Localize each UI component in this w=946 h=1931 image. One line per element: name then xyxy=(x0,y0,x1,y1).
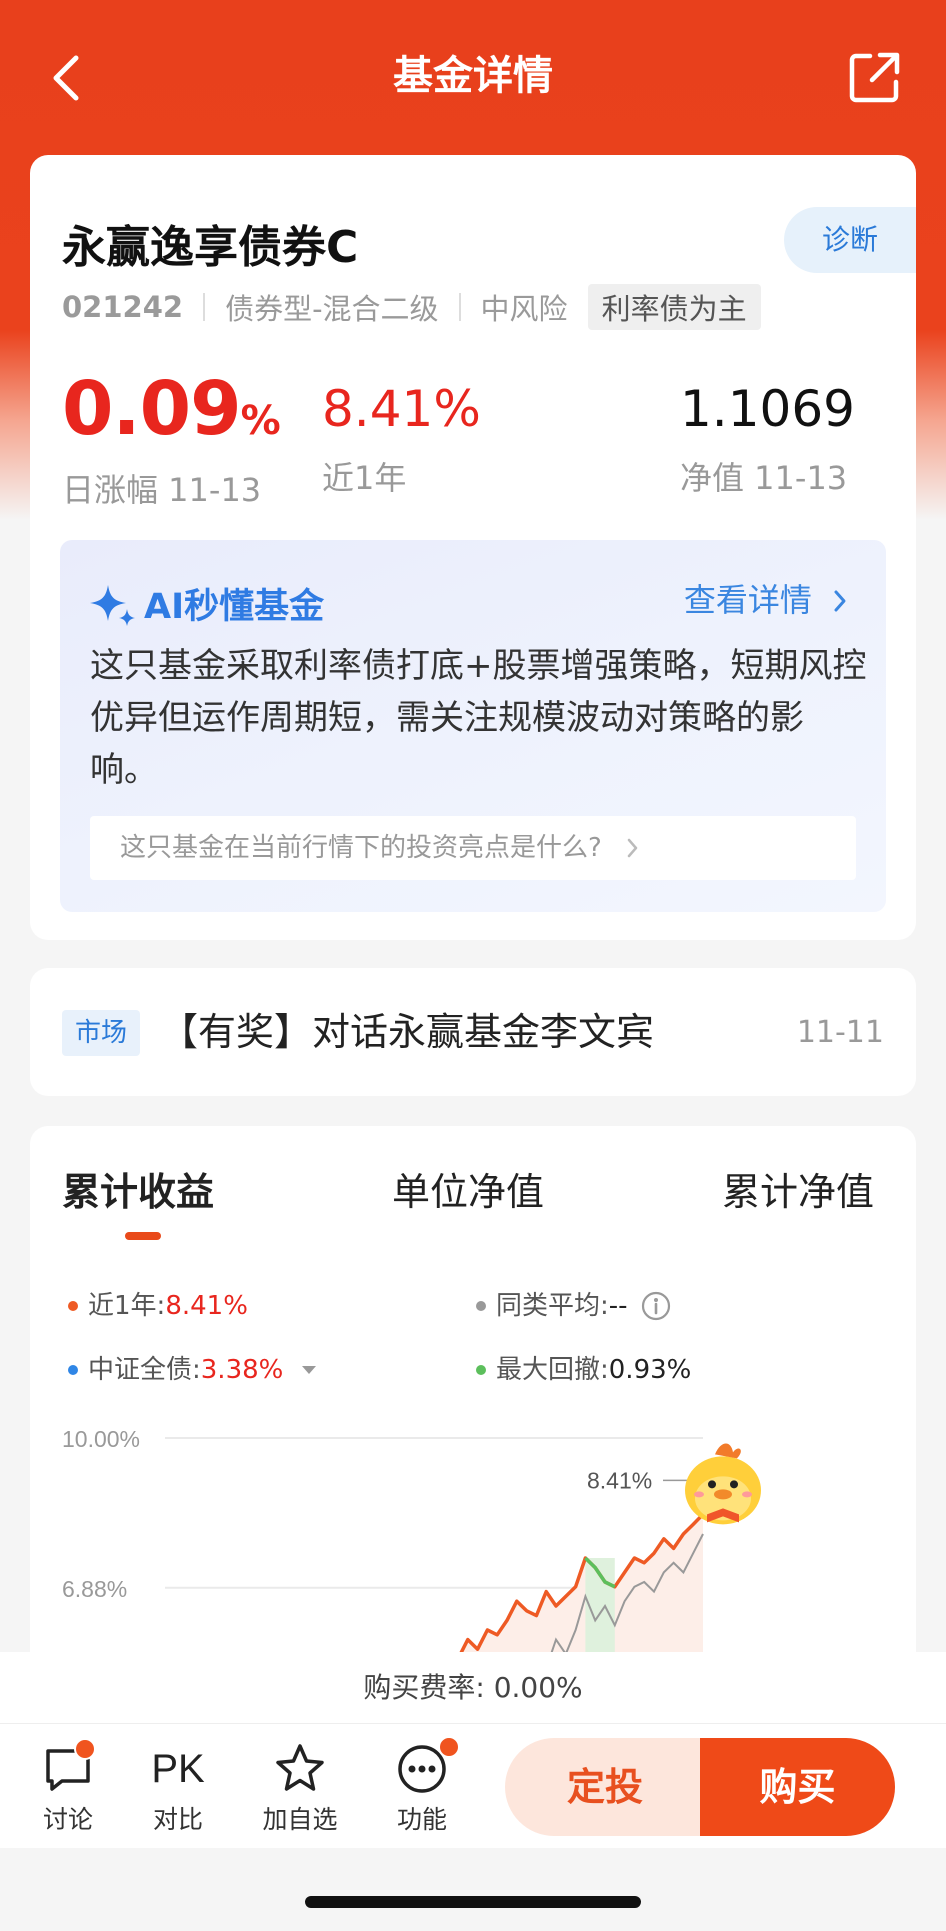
nav-functions[interactable]: 功能 xyxy=(372,1736,472,1836)
sip-button[interactable]: 定投 xyxy=(505,1738,705,1836)
nav-functions-label: 功能 xyxy=(396,1805,447,1834)
buy-button[interactable]: 购买 xyxy=(700,1738,895,1836)
bottom-action-bar: 讨论 PK 对比 加自选 功能 定投 购买 xyxy=(0,1724,946,1848)
nav-compare[interactable]: PK 对比 xyxy=(128,1742,228,1836)
nav-compare-label: 对比 xyxy=(152,1805,203,1834)
sparkle-icon xyxy=(90,584,135,626)
mascot-icon[interactable] xyxy=(685,1443,761,1525)
news-date: 11-11 xyxy=(796,1015,884,1050)
year-return-value: 8.41% xyxy=(322,380,481,438)
nav-value: 1.1069 xyxy=(680,380,855,438)
chevron-right-icon xyxy=(834,590,846,612)
ai-title: AI秒懂基金 xyxy=(90,578,324,629)
performance-chart-card: 累计收益 单位净值 累计净值 近1年: 8.41% 同类平均: -- 中证全债:… xyxy=(30,1126,916,1686)
nav-discuss[interactable]: 讨论 xyxy=(18,1738,118,1836)
daily-change-unit: % xyxy=(240,398,281,444)
ai-suggested-question[interactable]: 这只基金在当前行情下的投资亮点是什么? xyxy=(90,816,856,880)
divider xyxy=(458,293,461,321)
home-indicator[interactable] xyxy=(305,1896,641,1908)
share-button[interactable] xyxy=(848,50,902,104)
nav-favorite-label: 加自选 xyxy=(262,1805,338,1834)
daily-change-value: 0.09 xyxy=(62,366,242,452)
year-return-stat: 8.41% 近1年 xyxy=(322,369,481,499)
nav-label: 净值 11-13 xyxy=(680,459,848,497)
year-return-label: 近1年 xyxy=(322,459,407,497)
news-tag: 市场 xyxy=(62,1010,140,1056)
nav-discuss-label: 讨论 xyxy=(42,1805,93,1834)
pk-icon: PK xyxy=(151,1746,205,1791)
purchase-fee-bar: 购买费率: 0.00% xyxy=(0,1652,946,1724)
fund-risk-level: 中风险 xyxy=(480,292,568,326)
end-value-label: 8.41% xyxy=(587,1467,652,1493)
nav-stat: 1.1069 净值 11-13 xyxy=(680,369,855,499)
fee-value: 0.00% xyxy=(493,1671,583,1704)
news-item[interactable]: 市场 【有奖】对话永赢基金李文宾 11-11 xyxy=(30,968,916,1096)
chevron-right-icon xyxy=(627,838,638,858)
notification-dot xyxy=(438,1736,460,1758)
notification-dot xyxy=(74,1738,96,1760)
fund-summary-card: 永赢逸享债券C 诊断 021242 债券型-混合二级 中风险 利率债为主 0.0… xyxy=(30,155,916,540)
ai-summary-box: AI秒懂基金 查看详情 这只基金采取利率债打底+股票增强策略，短期风控优异但运作… xyxy=(60,540,886,912)
ai-summary-text: 这只基金采取利率债打底+股票增强策略，短期风控优异但运作周期短，需关注规模波动对… xyxy=(90,646,867,790)
app-header: 基金详情 xyxy=(0,0,946,155)
daily-change-label: 日涨幅 11-13 xyxy=(62,471,262,509)
star-icon xyxy=(276,1744,324,1791)
fund-category: 债券型-混合二级 xyxy=(225,292,439,326)
diagnose-button[interactable]: 诊断 xyxy=(784,207,916,273)
daily-change-stat: 0.09% 日涨幅 11-13 xyxy=(62,366,281,511)
ai-question-text: 这只基金在当前行情下的投资亮点是什么? xyxy=(120,833,602,863)
page-title: 基金详情 xyxy=(393,53,553,99)
fund-feature-tag: 利率债为主 xyxy=(587,284,761,330)
ai-summary-section: AI秒懂基金 查看详情 这只基金采取利率债打底+股票增强策略，短期风控优异但运作… xyxy=(30,540,916,940)
return-chart[interactable]: 10.00% 6.88% 8.41% xyxy=(30,1126,916,1666)
ai-more-link[interactable]: 查看详情 xyxy=(684,578,850,622)
fund-code: 021242 xyxy=(62,290,184,324)
news-title: 【有奖】对话永赢基金李文宾 xyxy=(160,1010,655,1054)
fee-label: 购买费率: xyxy=(363,1671,485,1704)
ai-title-label: AI秒懂基金 xyxy=(144,587,325,627)
y-tick-label: 10.00% xyxy=(62,1426,140,1452)
home-indicator-area xyxy=(0,1848,946,1931)
fund-meta-row: 021242 债券型-混合二级 中风险 利率债为主 xyxy=(62,284,761,330)
fund-name: 永赢逸享债券C xyxy=(62,222,359,273)
y-tick-label: 6.88% xyxy=(62,1576,127,1602)
share-icon xyxy=(849,52,900,103)
ai-more-label: 查看详情 xyxy=(683,581,812,619)
nav-favorite[interactable]: 加自选 xyxy=(250,1742,350,1836)
divider xyxy=(203,293,206,321)
